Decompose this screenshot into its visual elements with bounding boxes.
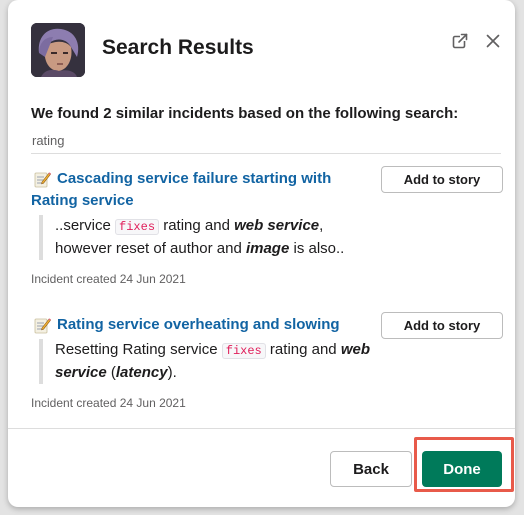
results-intro: We found 2 similar incidents based on th… xyxy=(31,105,459,122)
snippet-code: fixes xyxy=(115,219,160,235)
snippet-text: Resetting Rating service xyxy=(55,341,222,358)
search-results-dialog: Search Results We found 2 similar incide… xyxy=(8,0,515,507)
snippet-text: rating and xyxy=(265,341,341,358)
search-query: rating xyxy=(32,133,65,148)
snippet-text: rating and xyxy=(159,217,235,234)
add-to-story-button[interactable]: Add to story xyxy=(381,166,503,193)
dialog-header: Search Results xyxy=(8,0,515,98)
avatar xyxy=(31,23,85,77)
back-button[interactable]: Back xyxy=(330,451,412,487)
avatar-image xyxy=(31,23,85,77)
divider xyxy=(31,153,501,154)
incident-created-date: Incident created 24 Jun 2021 xyxy=(31,396,186,410)
snippet-text: is also.. xyxy=(289,240,345,257)
incident-title-link[interactable]: Cascading service failure starting with … xyxy=(31,168,366,212)
incident-title-link[interactable]: Rating service overheating and slowing xyxy=(31,314,366,336)
external-link-icon[interactable] xyxy=(451,32,469,50)
snippet-emphasis: latency xyxy=(115,364,168,381)
done-button[interactable]: Done xyxy=(422,451,502,487)
snippet-text: ..service xyxy=(55,217,116,234)
snippet-text: ). xyxy=(167,364,177,381)
incident-created-date: Incident created 24 Jun 2021 xyxy=(31,272,186,286)
snippet-text: ( xyxy=(106,364,116,381)
snippet-emphasis: web service xyxy=(234,217,320,234)
close-icon[interactable] xyxy=(484,32,502,50)
incident-snippet: Resetting Rating service fixes rating an… xyxy=(39,339,374,384)
snippet-code: fixes xyxy=(221,343,266,359)
incident-snippet: ..service fixes rating and web service, … xyxy=(39,215,374,260)
dialog-footer: Back Done xyxy=(8,428,515,507)
snippet-emphasis: image xyxy=(245,240,290,257)
dialog-title: Search Results xyxy=(102,36,254,59)
add-to-story-button[interactable]: Add to story xyxy=(381,312,503,339)
